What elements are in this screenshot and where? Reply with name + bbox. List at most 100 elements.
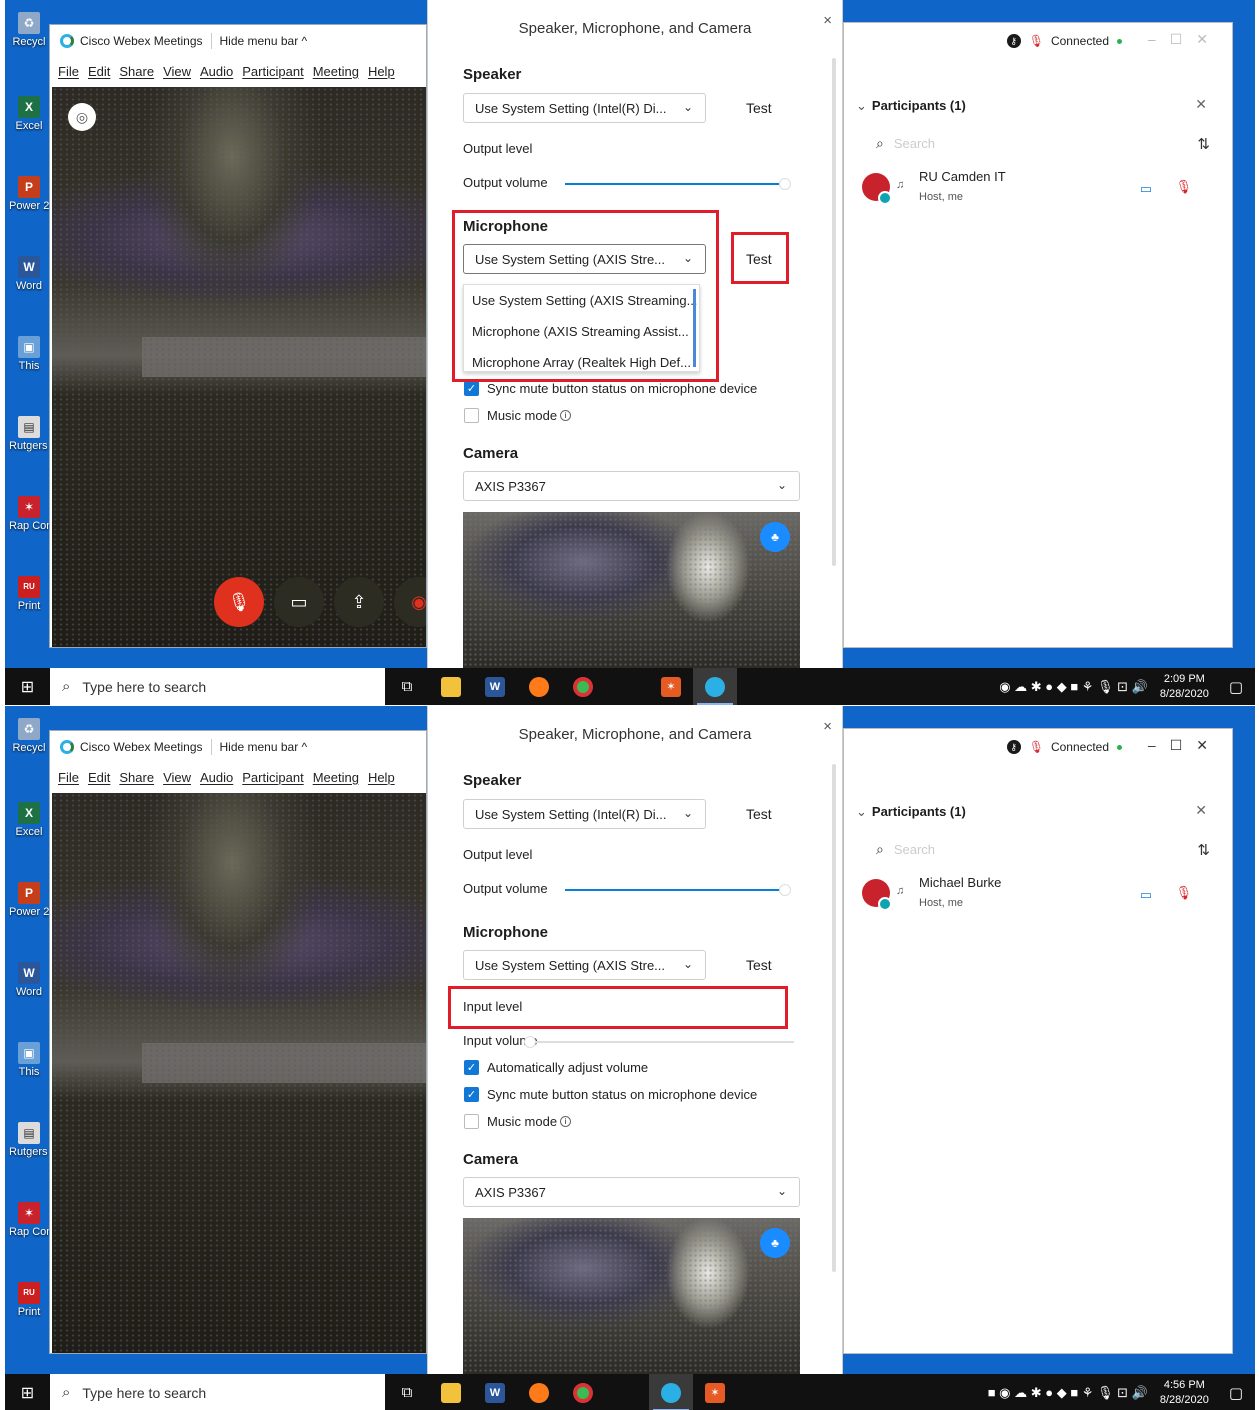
file-explorer-icon[interactable]	[429, 1374, 473, 1410]
close-icon[interactable]: ✕	[1195, 802, 1207, 819]
menu-file[interactable]: File	[58, 64, 79, 79]
windows-start-icon[interactable]: ⊞	[5, 1383, 50, 1403]
speaker-select[interactable]: Use System Setting (Intel(R) Di... ⌄	[463, 93, 706, 123]
slider-handle[interactable]	[779, 178, 791, 190]
clock[interactable]: 2:09 PM 8/28/2020	[1160, 672, 1209, 702]
camera-icon[interactable]: ▭	[1140, 181, 1152, 197]
taskbar-search-box[interactable]: ⌕ Type here to search	[50, 1374, 385, 1410]
speaker-test-button[interactable]: Test	[746, 806, 772, 822]
camera-icon[interactable]: ▭	[1140, 887, 1152, 903]
desktop-icon-excel[interactable]: X Excel	[9, 96, 49, 132]
participant-row[interactable]: ♫ Michael Burke Host, me ▭ 🎙	[862, 875, 1218, 915]
microphone-select[interactable]: Use System Setting (AXIS Stre... ⌄	[463, 950, 706, 980]
participant-row[interactable]: ♫ RU Camden IT Host, me ▭ 🎙	[862, 169, 1218, 209]
muted-mic-icon[interactable]: 🎙	[1175, 885, 1192, 901]
chrome-icon[interactable]	[561, 1374, 605, 1410]
window-controls[interactable]: ‒☐✕	[1148, 737, 1222, 754]
info-icon[interactable]: i	[560, 410, 572, 421]
chrome-icon[interactable]	[561, 668, 605, 705]
rapid-connect-taskbar-icon[interactable]: ✶	[649, 668, 693, 705]
sync-mute-checkbox[interactable]: ✓ Sync mute button status on microphone d…	[464, 1087, 757, 1102]
speaker-select[interactable]: Use System Setting (Intel(R) Di... ⌄	[463, 799, 706, 829]
tray-icons[interactable]: ◉ ☁ ✱ ● ◆ ■ ⚘ 🎙 ⊡ 🔊	[999, 679, 1148, 695]
desktop-icon-excel[interactable]: X Excel	[9, 802, 49, 838]
rapid-connect-taskbar-icon[interactable]: ✶	[693, 1374, 737, 1410]
participant-search[interactable]: ⌕ Search	[876, 841, 935, 858]
virtual-background-button[interactable]: ♣	[760, 522, 790, 552]
taskbar-search-box[interactable]: ⌕ Type here to search	[50, 668, 385, 705]
menu-view[interactable]: View	[163, 64, 191, 79]
virtual-background-button[interactable]: ♣	[760, 1228, 790, 1258]
close-icon[interactable]: ✕	[1195, 96, 1207, 113]
clock[interactable]: 4:56 PM 8/28/2020	[1160, 1378, 1209, 1408]
hide-menu-bar-button[interactable]: Hide menu bar ^	[220, 34, 308, 48]
task-view-icon[interactable]: ⧉	[385, 1374, 429, 1410]
menu-meeting[interactable]: Meeting	[313, 64, 359, 79]
slider-handle[interactable]	[779, 884, 791, 896]
input-volume-slider[interactable]	[524, 1036, 794, 1048]
menu-share[interactable]: Share	[119, 64, 154, 79]
desktop-icon-powerpoint[interactable]: PPower 201	[9, 882, 49, 918]
firefox-icon[interactable]	[517, 668, 561, 705]
stop-video-button[interactable]: ▭	[274, 577, 324, 627]
tray-icons[interactable]: ■ ◉ ☁ ✱ ● ◆ ■ ⚘ 🎙 ⊡ 🔊	[988, 1385, 1148, 1401]
desktop-icon-this-pc[interactable]: ▣ This	[9, 1042, 49, 1078]
close-icon[interactable]: ×	[823, 718, 832, 735]
music-mode-checkbox[interactable]: Music mode i	[464, 1114, 572, 1129]
mute-button[interactable]: 🎙	[214, 577, 264, 627]
notification-icon[interactable]: ▢	[1229, 1384, 1243, 1402]
desktop-icon-powerpoint[interactable]: PPower 201	[9, 176, 49, 212]
microphone-test-button[interactable]: Test	[746, 957, 772, 973]
word-taskbar-icon[interactable]: W	[473, 668, 517, 705]
menu-edit[interactable]: Edit	[88, 64, 110, 79]
output-volume-slider[interactable]	[565, 884, 791, 896]
sort-icon[interactable]: ⇅	[1197, 135, 1210, 153]
menu-file[interactable]: File	[58, 770, 79, 785]
camera-select[interactable]: AXIS P3367 ⌄	[463, 471, 800, 501]
menu-help[interactable]: Help	[368, 770, 395, 785]
participants-heading[interactable]: ⌄ Participants (1)	[856, 98, 966, 114]
desktop-icon-rapid-connect[interactable]: ✶Rap Conn	[9, 1202, 49, 1238]
menu-participant[interactable]: Participant	[242, 64, 303, 79]
output-volume-slider[interactable]	[565, 178, 791, 190]
slider-handle[interactable]	[524, 1036, 536, 1048]
sync-mute-checkbox[interactable]: ✓ Sync mute button status on microphone d…	[464, 381, 757, 396]
desktop-icon-word[interactable]: W Word	[9, 962, 49, 998]
speaker-test-button[interactable]: Test	[746, 100, 772, 116]
desktop-icon-print[interactable]: RU Print	[9, 576, 49, 612]
sort-icon[interactable]: ⇅	[1197, 841, 1210, 859]
desktop-icon-recycle-bin[interactable]: ♻ Recycl	[9, 718, 49, 754]
menu-help[interactable]: Help	[368, 64, 395, 79]
menu-participant[interactable]: Participant	[242, 770, 303, 785]
windows-start-icon[interactable]: ⊞	[5, 677, 50, 697]
file-explorer-icon[interactable]	[429, 668, 473, 705]
desktop-icon-rutgers[interactable]: ▤Rutgers Ma	[9, 1122, 49, 1158]
info-icon[interactable]: i	[560, 1116, 572, 1127]
menu-audio[interactable]: Audio	[200, 64, 233, 79]
auto-adjust-checkbox[interactable]: ✓ Automatically adjust volume	[464, 1060, 648, 1075]
firefox-icon[interactable]	[517, 1374, 561, 1410]
camera-select[interactable]: AXIS P3367 ⌄	[463, 1177, 800, 1207]
menu-edit[interactable]: Edit	[88, 770, 110, 785]
desktop-icon-word[interactable]: W Word	[9, 256, 49, 292]
desktop-icon-rutgers[interactable]: ▤Rutgers Ma	[9, 416, 49, 452]
music-mode-checkbox[interactable]: Music mode i	[464, 408, 572, 423]
window-controls[interactable]: ‒☐✕	[1148, 31, 1222, 48]
task-view-icon[interactable]: ⧉	[385, 668, 429, 705]
word-taskbar-icon[interactable]: W	[473, 1374, 517, 1410]
hide-menu-bar-button[interactable]: Hide menu bar ^	[220, 740, 308, 754]
webex-taskbar-icon[interactable]	[693, 668, 737, 705]
muted-mic-icon[interactable]: 🎙	[1175, 179, 1192, 195]
dialog-scrollbar[interactable]	[832, 764, 836, 1272]
menu-view[interactable]: View	[163, 770, 191, 785]
desktop-icon-rapid-connect[interactable]: ✶Rap Conn	[9, 496, 49, 532]
notification-icon[interactable]: ▢	[1229, 678, 1243, 696]
desktop-icon-recycle-bin[interactable]: ♻ Recycl	[9, 12, 49, 48]
menu-audio[interactable]: Audio	[200, 770, 233, 785]
close-icon[interactable]: ×	[823, 12, 832, 29]
dialog-scrollbar[interactable]	[832, 58, 836, 566]
participant-search[interactable]: ⌕ Search	[876, 135, 935, 152]
webex-taskbar-icon[interactable]	[649, 1374, 693, 1410]
desktop-icon-print[interactable]: RU Print	[9, 1282, 49, 1318]
desktop-icon-this-pc[interactable]: ▣ This	[9, 336, 49, 372]
